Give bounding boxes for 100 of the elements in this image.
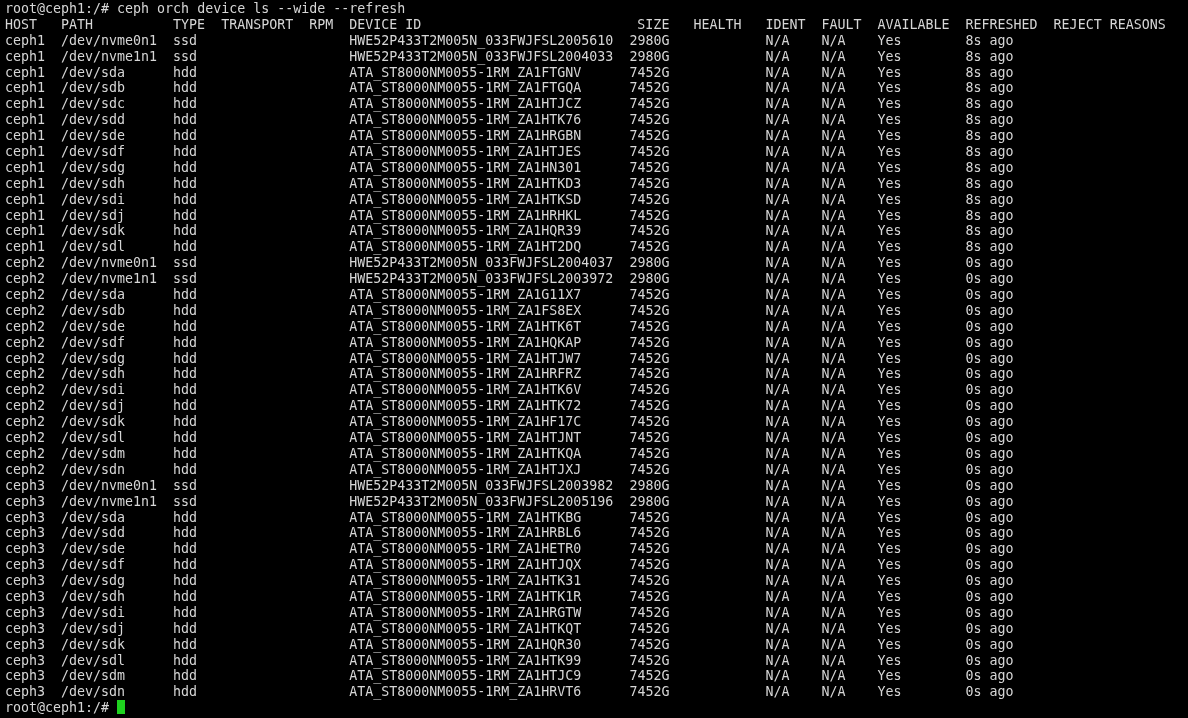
refreshed-cell: 0s ago xyxy=(965,509,1014,525)
available-cell: Yes xyxy=(877,32,902,48)
path-cell: /dev/nvme0n1 xyxy=(61,255,158,271)
available-cell: Yes xyxy=(877,318,902,334)
available-cell: Yes xyxy=(877,191,902,207)
ident-cell: N/A xyxy=(765,318,790,334)
ident-cell: N/A xyxy=(765,302,790,318)
type-cell: hdd xyxy=(173,334,198,350)
refreshed-cell: 8s ago xyxy=(965,239,1014,255)
path-cell: /dev/sda xyxy=(61,287,126,303)
type-cell: hdd xyxy=(173,302,198,318)
type-cell: hdd xyxy=(173,175,198,191)
host-cell: ceph3 xyxy=(5,652,46,668)
refreshed-cell: 0s ago xyxy=(965,318,1014,334)
path-cell: /dev/sdh xyxy=(61,175,126,191)
refreshed-cell: 0s ago xyxy=(965,430,1014,446)
path-cell: /dev/sda xyxy=(61,509,126,525)
available-cell: Yes xyxy=(877,525,902,541)
host-cell: ceph1 xyxy=(5,207,46,223)
refreshed-cell: 0s ago xyxy=(965,398,1014,414)
available-cell: Yes xyxy=(877,96,902,112)
type-cell: hdd xyxy=(173,350,198,366)
available-cell: Yes xyxy=(877,287,902,303)
path-cell: /dev/sdj xyxy=(61,620,126,636)
host-cell: ceph1 xyxy=(5,32,46,48)
path-cell: /dev/sdf xyxy=(61,334,126,350)
fault-cell: N/A xyxy=(821,668,846,684)
refreshed-cell: 0s ago xyxy=(965,684,1014,700)
host-cell: ceph3 xyxy=(5,541,46,557)
path-cell: /dev/nvme0n1 xyxy=(61,477,158,493)
ident-cell: N/A xyxy=(765,112,790,128)
fault-cell: N/A xyxy=(821,525,846,541)
device-id-cell: ATA_ST8000NM0055-1RM_ZA1HRBL6 xyxy=(349,525,582,541)
device-id-cell: HWE52P433T2M005N_033FWJFSL2003982 xyxy=(349,477,614,493)
size-cell: 7452G xyxy=(629,175,670,191)
fault-cell: N/A xyxy=(821,366,846,382)
fault-cell: N/A xyxy=(821,620,846,636)
type-cell: hdd xyxy=(173,96,198,112)
refreshed-cell: 8s ago xyxy=(965,207,1014,223)
fault-cell: N/A xyxy=(821,223,846,239)
ident-cell: N/A xyxy=(765,255,790,271)
size-cell: 2980G xyxy=(629,493,670,509)
type-cell: hdd xyxy=(173,239,198,255)
available-cell: Yes xyxy=(877,398,902,414)
type-cell: ssd xyxy=(173,493,198,509)
host-cell: ceph2 xyxy=(5,461,46,477)
ident-cell: N/A xyxy=(765,287,790,303)
ident-cell: N/A xyxy=(765,509,790,525)
path-cell: /dev/sdf xyxy=(61,557,126,573)
device-id-cell: ATA_ST8000NM0055-1RM_ZA1HRHKL xyxy=(349,207,582,223)
available-cell: Yes xyxy=(877,461,902,477)
size-cell: 7452G xyxy=(629,414,670,430)
refreshed-cell: 0s ago xyxy=(965,636,1014,652)
ident-cell: N/A xyxy=(765,334,790,350)
ident-cell: N/A xyxy=(765,477,790,493)
column-header: AVAILABLE xyxy=(877,16,950,32)
type-cell: ssd xyxy=(173,271,198,287)
host-cell: ceph2 xyxy=(5,271,46,287)
fault-cell: N/A xyxy=(821,128,846,144)
ident-cell: N/A xyxy=(765,588,790,604)
fault-cell: N/A xyxy=(821,588,846,604)
host-cell: ceph1 xyxy=(5,80,46,96)
refreshed-cell: 8s ago xyxy=(965,32,1014,48)
ident-cell: N/A xyxy=(765,366,790,382)
size-cell: 7452G xyxy=(629,525,670,541)
refreshed-cell: 0s ago xyxy=(965,588,1014,604)
type-cell: hdd xyxy=(173,207,198,223)
size-cell: 7452G xyxy=(629,144,670,159)
available-cell: Yes xyxy=(877,636,902,652)
type-cell: hdd xyxy=(173,636,198,652)
size-cell: 7452G xyxy=(629,112,670,128)
type-cell: hdd xyxy=(173,382,198,398)
type-cell: hdd xyxy=(173,620,198,636)
type-cell: ssd xyxy=(173,48,198,64)
path-cell: /dev/sdg xyxy=(61,573,126,589)
refreshed-cell: 8s ago xyxy=(965,144,1014,159)
device-id-cell: ATA_ST8000NM0055-1RM_ZA1HT2DQ xyxy=(349,239,582,255)
host-cell: ceph2 xyxy=(5,382,46,398)
path-cell: /dev/sdd xyxy=(61,112,126,128)
available-cell: Yes xyxy=(877,334,902,350)
refreshed-cell: 8s ago xyxy=(965,128,1014,144)
fault-cell: N/A xyxy=(821,175,846,191)
device-id-cell: ATA_ST8000NM0055-1RM_ZA1FS8EX xyxy=(349,302,582,318)
refreshed-cell: 0s ago xyxy=(965,525,1014,541)
host-cell: ceph1 xyxy=(5,96,46,112)
ident-cell: N/A xyxy=(765,414,790,430)
cursor xyxy=(117,700,126,715)
ident-cell: N/A xyxy=(765,493,790,509)
path-cell: /dev/sdj xyxy=(61,398,126,414)
size-cell: 7452G xyxy=(629,207,670,223)
fault-cell: N/A xyxy=(821,191,846,207)
host-cell: ceph1 xyxy=(5,48,46,64)
refreshed-cell: 8s ago xyxy=(965,223,1014,239)
fault-cell: N/A xyxy=(821,573,846,589)
type-cell: hdd xyxy=(173,588,198,604)
size-cell: 2980G xyxy=(629,271,670,287)
host-cell: ceph1 xyxy=(5,223,46,239)
fault-cell: N/A xyxy=(821,461,846,477)
available-cell: Yes xyxy=(877,64,902,80)
type-cell: hdd xyxy=(173,318,198,334)
